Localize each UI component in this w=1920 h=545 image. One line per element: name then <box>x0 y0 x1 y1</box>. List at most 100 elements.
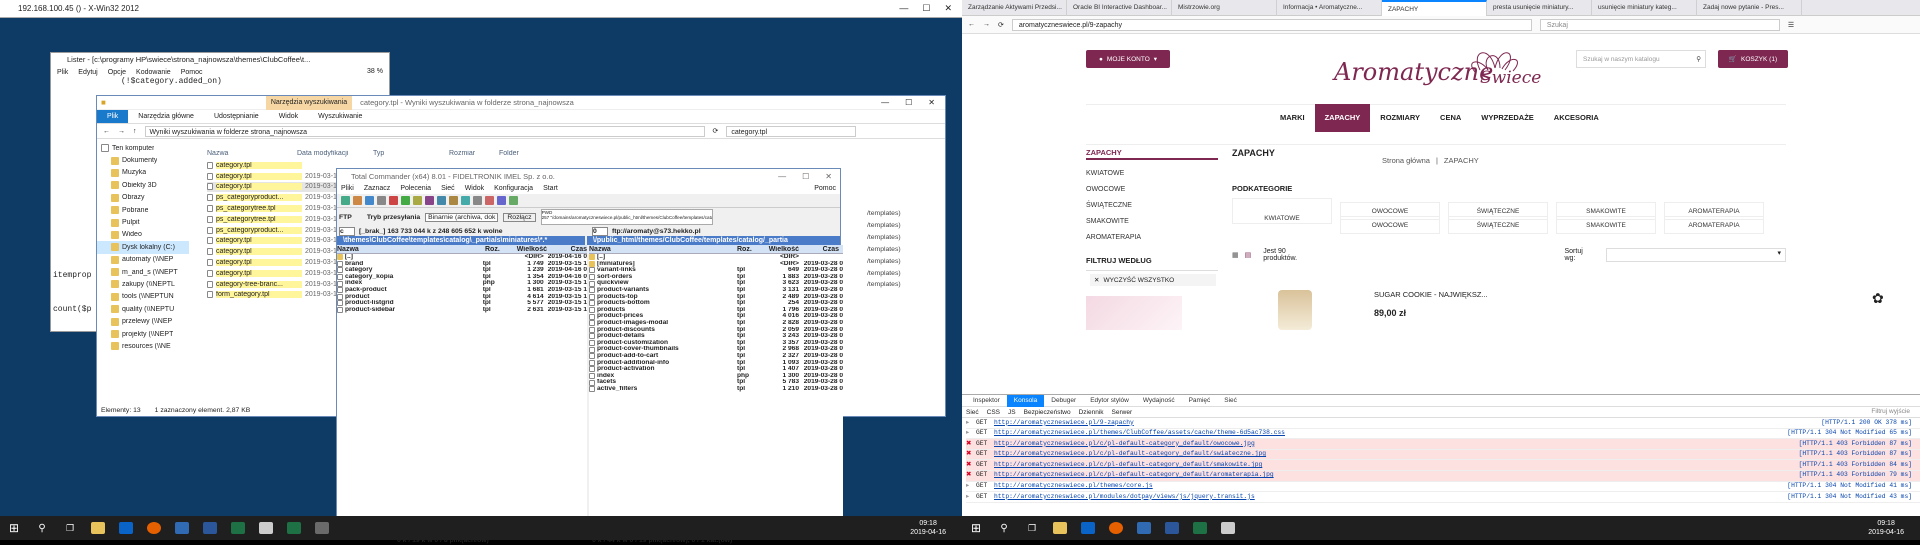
tc-file-row[interactable]: variant-links tpl 649 2019-03-28 0 <box>589 267 843 274</box>
forward-icon[interactable]: → <box>118 128 125 135</box>
browser-tab[interactable]: usunięcie miniatury kateg... <box>1592 0 1697 16</box>
toolbar-icon[interactable] <box>341 196 350 205</box>
toolbar-icon[interactable] <box>377 196 386 205</box>
lister-titlebar[interactable]: Lister - [c:\programy HP\swiece\strona_n… <box>51 53 389 66</box>
request-url[interactable]: http://aromatyczneswiece.pl/themes/ClubC… <box>994 428 1644 439</box>
sidebar-category[interactable]: ŚWIĄTECZNE <box>1086 198 1218 214</box>
lister-menu-item[interactable]: Opcje <box>108 69 126 76</box>
subcategory-tile[interactable]: ŚWIĄTECZNE <box>1448 216 1548 234</box>
nav-item[interactable]: ZAPACHY <box>1314 104 1371 132</box>
tc-file-row[interactable]: product-details tpl 3 243 2019-03-28 0 <box>589 333 843 340</box>
toolbar-icon[interactable] <box>485 196 494 205</box>
sidebar-category[interactable]: AROMATERAPIA <box>1086 230 1218 246</box>
close-icon[interactable]: ✕ <box>944 3 952 14</box>
product-name[interactable]: SUGAR COOKIE - NAJWIĘKSZ... <box>1374 290 1488 299</box>
tc-file-row[interactable]: sort-orders tpl 1 883 2019-03-28 0 <box>589 274 843 281</box>
taskbar-excel[interactable] <box>1186 516 1214 540</box>
nav-item[interactable]: MARKI <box>1270 104 1315 132</box>
tc-menu-item[interactable]: Polecenia <box>400 185 431 192</box>
back-icon[interactable]: ← <box>103 128 110 135</box>
request-url[interactable]: http://aromatyczneswiece.pl/c/pl-default… <box>994 460 1644 471</box>
tree-item[interactable]: przelewy (\\NEP <box>97 315 189 327</box>
search-tools-tab[interactable]: Narzędzia wyszukiwania <box>265 95 353 110</box>
lister-menu-item[interactable]: Pomoc <box>181 69 203 76</box>
tc-file-row[interactable]: [..] <DIR> <box>589 254 843 261</box>
left-file-panel[interactable]: Nazwa Roz. Wielkość Czas [..] <DIR> 2019-04-1… <box>337 245 587 535</box>
tc-file-row[interactable]: brand tpl 1 749 2019-03-15 1 <box>337 261 587 268</box>
tree-item[interactable]: Muzyka <box>97 167 189 179</box>
start-button[interactable]: ⊞ <box>962 516 990 540</box>
toolbar-icon[interactable] <box>389 196 398 205</box>
taskbar-explorer[interactable] <box>84 516 112 540</box>
taskbar-app[interactable] <box>1130 516 1158 540</box>
devtools-filter[interactable]: Dziennik <box>1079 409 1104 416</box>
console-request[interactable]: ✖ GET http://aromatyczneswiece.pl/c/pl-def… <box>966 449 1920 461</box>
taskbar-app2[interactable] <box>308 516 336 540</box>
tree-item[interactable]: Obrazy <box>97 192 189 204</box>
browser-tab[interactable]: ZAPACHY <box>1382 0 1487 16</box>
tc-file-row[interactable]: product-customization tpl 3 357 2019-03-28 … <box>589 340 843 347</box>
devtools-filter[interactable]: Sieć <box>966 409 979 416</box>
taskbar-explorer[interactable] <box>1046 516 1074 540</box>
nav-item[interactable]: WYPRZEDAŻE <box>1471 104 1544 132</box>
column-header[interactable]: Nazwa <box>589 246 737 253</box>
tc-file-row[interactable]: category tpl 1 239 2019-04-16 0 <box>337 267 587 274</box>
right-file-panel[interactable]: Nazwa Roz. Wielkość Czas [..] <DIR> [miniatur… <box>589 245 843 535</box>
transfer-mode-select[interactable]: Binarnie (archiwa, dok <box>425 212 499 222</box>
tc-menu-item[interactable]: Sieć <box>441 185 455 192</box>
toolbar-icon[interactable] <box>437 196 446 205</box>
tc-file-row[interactable]: pack-product tpl 1 681 2019-03-15 1 <box>337 287 587 294</box>
reload-icon[interactable]: ⟳ <box>998 21 1004 29</box>
tree-item[interactable]: Wideo <box>97 229 189 241</box>
sidebar-category[interactable]: KWIATOWE <box>1086 166 1218 182</box>
devtools-filter[interactable]: JS <box>1008 409 1016 416</box>
tree-item[interactable]: Pobrane <box>97 204 189 216</box>
tc-file-row[interactable]: products tpl 1 796 2019-03-28 0 <box>589 307 843 314</box>
tc-file-row[interactable]: quickview tpl 3 623 2019-03-28 0 <box>589 280 843 287</box>
taskbar-totalcmd[interactable] <box>1214 516 1242 540</box>
clear-filters-button[interactable]: ✕ WYCZYŚĆ WSZYSTKO <box>1090 274 1216 286</box>
tc-file-row[interactable]: index php 1 300 2019-03-28 0 <box>589 373 843 380</box>
explorer-titlebar[interactable]: ■ Narzędzia wyszukiwania category.tpl - … <box>97 95 945 110</box>
site-logo[interactable]: Aromatyczne Swiece <box>1330 40 1560 94</box>
tc-file-row[interactable]: product-additional-info tpl 1 093 2019-03-2… <box>589 360 843 367</box>
nav-item[interactable]: CENA <box>1430 104 1471 132</box>
tc-file-row[interactable]: product-sidebar tpl 2 631 2019-03-15 1 <box>337 307 587 314</box>
tree-item[interactable]: tools (\\NEPTUN <box>97 291 189 303</box>
right-drive-select[interactable]: 0 <box>592 226 608 236</box>
tree-item[interactable]: Pulpit <box>97 216 189 228</box>
total-commander-window[interactable]: Total Commander (x64) 8.01 - FIDELTRONIK… <box>336 168 843 544</box>
toolbar-icon[interactable] <box>449 196 458 205</box>
devtools-tab[interactable]: Edytor stylów <box>1083 395 1136 407</box>
request-url[interactable]: http://aromatyczneswiece.pl/c/pl-default… <box>994 449 1644 460</box>
maximize-icon[interactable]: ☐ <box>905 98 912 107</box>
list-view-icon[interactable]: ▤ <box>1245 251 1252 259</box>
toolbar-icon[interactable] <box>413 196 422 205</box>
tc-titlebar[interactable]: Total Commander (x64) 8.01 - FIDELTRONIK… <box>337 169 840 183</box>
nav-item[interactable]: ROZMIARY <box>1370 104 1430 132</box>
tc-file-row[interactable]: active_filters tpl 1 210 2019-03-28 0 <box>589 386 843 393</box>
devtools-filter[interactable]: Serwer <box>1112 409 1133 416</box>
catalog-search[interactable]: Szukaj w naszym katalogu ⚲ <box>1576 50 1706 68</box>
forward-icon[interactable]: → <box>983 21 990 28</box>
tree-item[interactable]: projekty (\\NEPT <box>97 328 189 340</box>
taskbar-excel2[interactable] <box>280 516 308 540</box>
subcategory-tile[interactable]: SMAKOWITE <box>1556 216 1656 234</box>
url-field[interactable]: aromatyczneswiece.pl/9-zapachy <box>1011 18 1532 31</box>
devtools-tab[interactable]: Konsola <box>1006 394 1045 407</box>
account-button[interactable]: ● MOJE KONTO ▾ <box>1086 50 1170 68</box>
menu-icon[interactable]: ☰ <box>1788 21 1794 29</box>
minimize-icon[interactable]: — <box>899 3 908 14</box>
start-button[interactable]: ⊞ <box>0 516 28 540</box>
column-header[interactable]: Wielkość <box>763 246 799 253</box>
close-icon[interactable]: ✕ <box>825 172 832 181</box>
sort-select[interactable]: ▾ <box>1605 248 1787 262</box>
sidebar-category[interactable]: OWOCOWE <box>1086 182 1218 198</box>
console-request[interactable]: ▸ GET http://aromatyczneswiece.pl/themes/C… <box>966 429 1920 440</box>
request-url[interactable]: http://aromatyczneswiece.pl/modules/dotp… <box>994 492 1644 503</box>
tc-file-row[interactable]: [..] <DIR> 2019-04-16 0 <box>337 254 587 261</box>
column-header[interactable]: Czas <box>799 246 839 253</box>
tree-item[interactable]: Dokumenty <box>97 154 189 166</box>
toolbar-icon[interactable] <box>401 196 410 205</box>
taskbar-firefox[interactable] <box>1102 516 1130 540</box>
